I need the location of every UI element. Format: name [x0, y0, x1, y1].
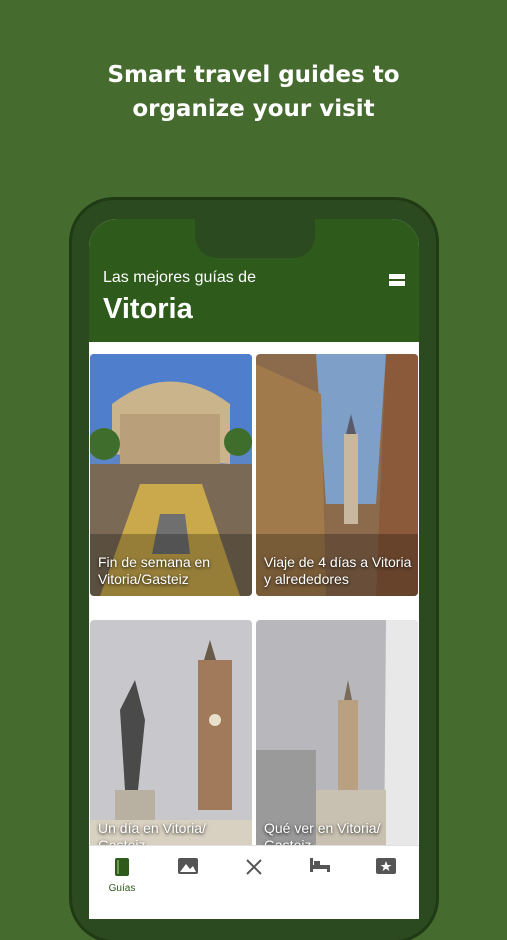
fork-knife-icon [246, 859, 262, 875]
tab-guides[interactable]: Guías [89, 846, 155, 900]
promo-headline: Smart travel guides to organize your vis… [0, 58, 507, 126]
guide-card-what-to-see[interactable]: Qué ver en Vitoria/ Gasteiz [256, 620, 418, 862]
promo-line-1: Smart travel guides to [107, 62, 400, 88]
ticket-icon [376, 858, 396, 874]
bed-icon [310, 858, 330, 872]
bottom-tab-bar: Guías [89, 845, 419, 900]
guide-card-label: Fin de semana en Vitoria/Gasteiz [98, 554, 211, 587]
tab-photos[interactable] [155, 846, 221, 900]
menu-icon[interactable] [389, 274, 405, 286]
guide-card-label: Viaje de 4 días a Vitoria y alrededores [264, 554, 412, 587]
tab-tickets[interactable] [353, 846, 419, 900]
app-screen: Las mejores guías de Vitoria Fin de sema… [89, 219, 419, 919]
phone-notch [195, 208, 315, 258]
header-city-title: Vitoria [103, 293, 193, 325]
guide-card-4-days[interactable]: Viaje de 4 días a Vitoria y alrededores [256, 354, 418, 596]
tab-food[interactable] [221, 846, 287, 900]
promo-line-2: organize your visit [132, 96, 375, 122]
book-icon [115, 858, 129, 876]
tab-hotels[interactable] [287, 846, 353, 900]
tab-guides-label: Guías [108, 883, 136, 894]
header-subtitle: Las mejores guías de [103, 269, 256, 286]
guide-card-one-day[interactable]: Un día en Vitoria/ Gasteiz [90, 620, 252, 862]
image-icon [178, 858, 198, 874]
guide-card-weekend[interactable]: Fin de semana en Vitoria/Gasteiz [90, 354, 252, 596]
